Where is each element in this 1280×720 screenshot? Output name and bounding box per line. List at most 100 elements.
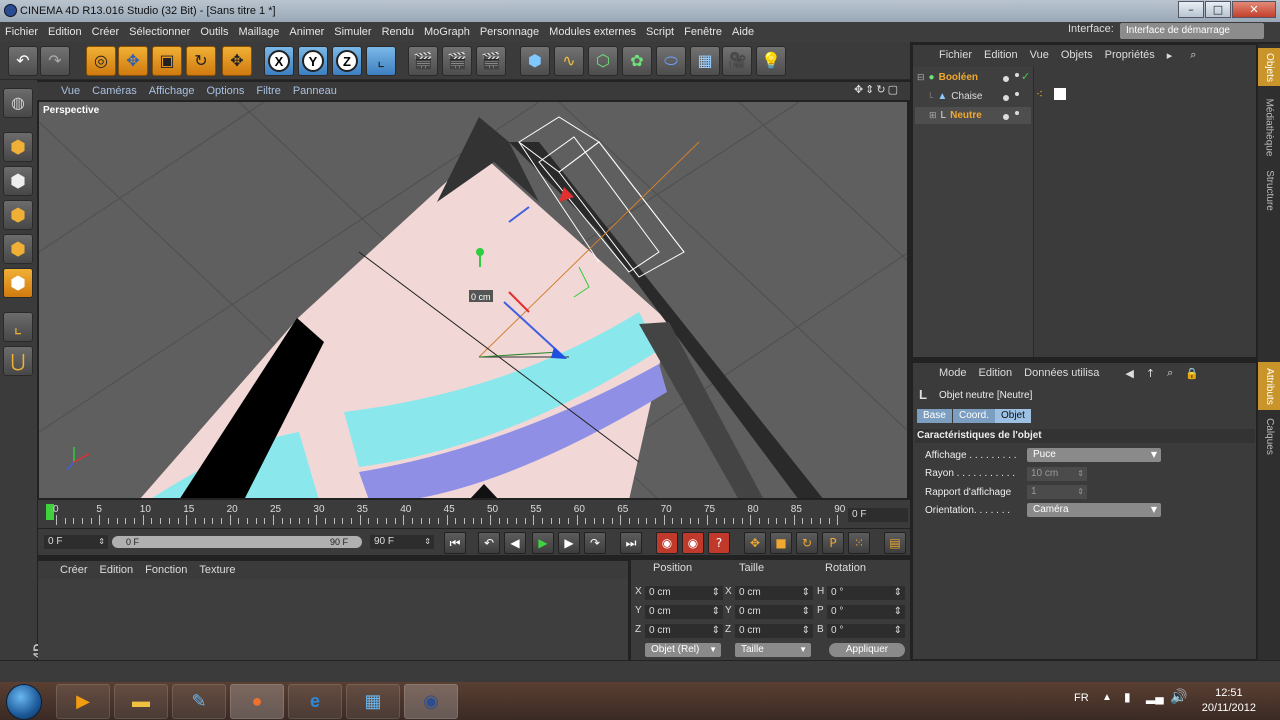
material-tag-icon[interactable] (1054, 88, 1066, 100)
tab-structure[interactable]: Structure (1258, 164, 1280, 216)
taskbar-explorer[interactable]: ▬ (114, 684, 168, 719)
taskbar-paint[interactable]: ✎ (172, 684, 226, 719)
viewport-menu-affichage[interactable]: Affichage (143, 85, 201, 97)
rotation-b-field[interactable]: 0 ° ⇕ (827, 624, 905, 638)
editor-visibility-icon[interactable] (1003, 114, 1009, 120)
coordinate-mode-dropdown[interactable]: Objet (Rel) ▼ (645, 643, 721, 657)
viewport-menu-cameras[interactable]: Caméras (86, 85, 143, 97)
editor-visibility-icon[interactable] (1003, 95, 1009, 101)
go-to-start-button[interactable]: ⏮ (444, 532, 466, 554)
menu-selectionner[interactable]: Sélectionner (124, 26, 195, 38)
object-row-booleen[interactable]: ⊟ ● Booléen (915, 69, 1031, 86)
signal-icon[interactable]: ▂▄ (1146, 690, 1164, 704)
menu-maillage[interactable]: Maillage (233, 26, 284, 38)
coordinate-system-button[interactable]: ⌞ (366, 46, 396, 76)
tray-app-icon[interactable]: ▮ (1124, 690, 1131, 704)
menu-outils[interactable]: Outils (195, 26, 233, 38)
menu-fichier[interactable]: Fichier (0, 26, 43, 38)
light-button[interactable]: 💡 (756, 46, 786, 76)
go-to-end-button[interactable]: ⏭ (620, 532, 642, 554)
render-settings-button[interactable]: 🎬 (476, 46, 506, 76)
model-mode-button[interactable]: ⬢ (3, 132, 33, 162)
taskbar-media-player[interactable]: ▶ (56, 684, 110, 719)
z-axis-button[interactable]: Z (332, 46, 362, 76)
x-axis-button[interactable]: X (264, 46, 294, 76)
nurbs-button[interactable]: ⬡ (588, 46, 618, 76)
enabled-check-icon[interactable]: ✓ (1021, 70, 1030, 83)
scale-tool-button[interactable]: ▣ (152, 46, 182, 76)
position-z-field[interactable]: 0 cm ⇕ (645, 624, 723, 638)
parameter-key-button[interactable]: P (822, 532, 844, 554)
material-list[interactable] (38, 579, 628, 661)
volume-icon[interactable]: 🔊 (1170, 688, 1187, 705)
tray-arrow-icon[interactable]: ▲ (1102, 692, 1112, 703)
timeline-window-button[interactable]: ▤ (884, 532, 906, 554)
y-axis-button[interactable]: Y (298, 46, 328, 76)
scale-key-button[interactable]: ■ (770, 532, 792, 554)
rotate-view-icon[interactable]: ↻ (876, 83, 885, 96)
tab-objet[interactable]: Objet (995, 409, 1031, 423)
perspective-viewport[interactable]: 0 cm Perspective (38, 101, 908, 499)
axis-mode-button[interactable]: ⌞ (3, 312, 33, 342)
menu-fenetre[interactable]: Fenêtre (679, 26, 727, 38)
position-key-button[interactable]: ✥ (744, 532, 766, 554)
toggle-view-icon[interactable]: ▢ (888, 83, 898, 96)
zoom-view-icon[interactable]: ⇕ (865, 83, 874, 96)
move-tool-button[interactable]: ✥ (118, 46, 148, 76)
maximize-button[interactable]: □ (1205, 1, 1231, 18)
taskbar-cinema4d[interactable]: ◉ (404, 684, 458, 719)
keyframe-selection-button[interactable]: ? (708, 532, 730, 554)
size-z-field[interactable]: 0 cm ⇕ (735, 624, 813, 638)
position-y-field[interactable]: 0 cm ⇕ (645, 605, 723, 619)
material-menu-edition[interactable]: Edition (94, 564, 140, 576)
objects-menu-vue[interactable]: Vue (1024, 49, 1055, 61)
end-frame-field[interactable]: 90 F ⇕ (370, 535, 434, 549)
size-mode-dropdown[interactable]: Taille ▼ (735, 643, 811, 657)
tab-attributs[interactable]: Attributs (1258, 362, 1280, 410)
array-button[interactable]: ✿ (622, 46, 652, 76)
record-button[interactable]: ◉ (656, 532, 678, 554)
next-frame-button[interactable]: ▶ (558, 532, 580, 554)
menu-mograph[interactable]: MoGraph (419, 26, 475, 38)
object-row-neutre[interactable]: ⊞ L Neutre (915, 107, 1031, 124)
affichage-dropdown[interactable]: Puce ▼ (1027, 448, 1161, 462)
attributes-menu-edition[interactable]: Edition (973, 367, 1019, 379)
points-mode-button[interactable]: ⬢ (3, 200, 33, 230)
frame-range-slider[interactable]: 0 F 90 F (112, 536, 362, 548)
lock-icon[interactable]: 🔒 (1179, 367, 1205, 380)
start-button[interactable] (6, 684, 42, 720)
attributes-menu-donnees[interactable]: Données utilisa (1018, 367, 1105, 379)
objects-menu-edition[interactable]: Edition (978, 49, 1024, 61)
next-key-button[interactable]: ↷ (584, 532, 606, 554)
tab-coord[interactable]: Coord. (953, 409, 996, 423)
search-icon[interactable]: ⌕ (1161, 366, 1179, 380)
point-level-key-button[interactable]: ⁙ (848, 532, 870, 554)
interface-dropdown[interactable]: Interface de démarrage (1120, 23, 1264, 39)
orientation-dropdown[interactable]: Caméra ▼ (1027, 503, 1161, 517)
previous-frame-button[interactable]: ◀ (504, 532, 526, 554)
start-frame-field[interactable]: 0 F ⇕ (44, 535, 108, 549)
back-arrow-icon[interactable]: ◀ (1119, 367, 1139, 380)
current-frame-field[interactable]: 0 F (848, 508, 908, 522)
menu-animer[interactable]: Animer (284, 26, 329, 38)
live-selection-button[interactable]: ◎ (86, 46, 116, 76)
up-arrow-icon[interactable]: ↑ (1140, 367, 1161, 380)
rotate-tool-button[interactable]: ↻ (186, 46, 216, 76)
phong-tag-icon[interactable]: ⁖ (1036, 87, 1043, 101)
render-visibility-icon[interactable] (1015, 92, 1019, 96)
pan-view-icon[interactable]: ✥ (854, 83, 863, 96)
taskbar-network-app[interactable]: ▦ (346, 684, 400, 719)
deformer-button[interactable]: ⬭ (656, 46, 686, 76)
rotation-h-field[interactable]: 0 ° ⇕ (827, 586, 905, 600)
rotation-p-field[interactable]: 0 ° ⇕ (827, 605, 905, 619)
viewport-menu-filtre[interactable]: Filtre (250, 85, 286, 97)
floor-button[interactable]: ▦ (690, 46, 720, 76)
material-menu-fonction[interactable]: Fonction (139, 564, 193, 576)
tab-objets[interactable]: Objets (1258, 48, 1280, 86)
viewport-menu-options[interactable]: Options (200, 85, 250, 97)
render-visibility-icon[interactable] (1015, 111, 1019, 115)
edges-mode-button[interactable]: ⬢ (3, 234, 33, 264)
viewport-menu-vue[interactable]: Vue (55, 85, 86, 97)
editor-visibility-icon[interactable] (1003, 76, 1009, 82)
language-indicator[interactable]: FR (1074, 692, 1089, 704)
